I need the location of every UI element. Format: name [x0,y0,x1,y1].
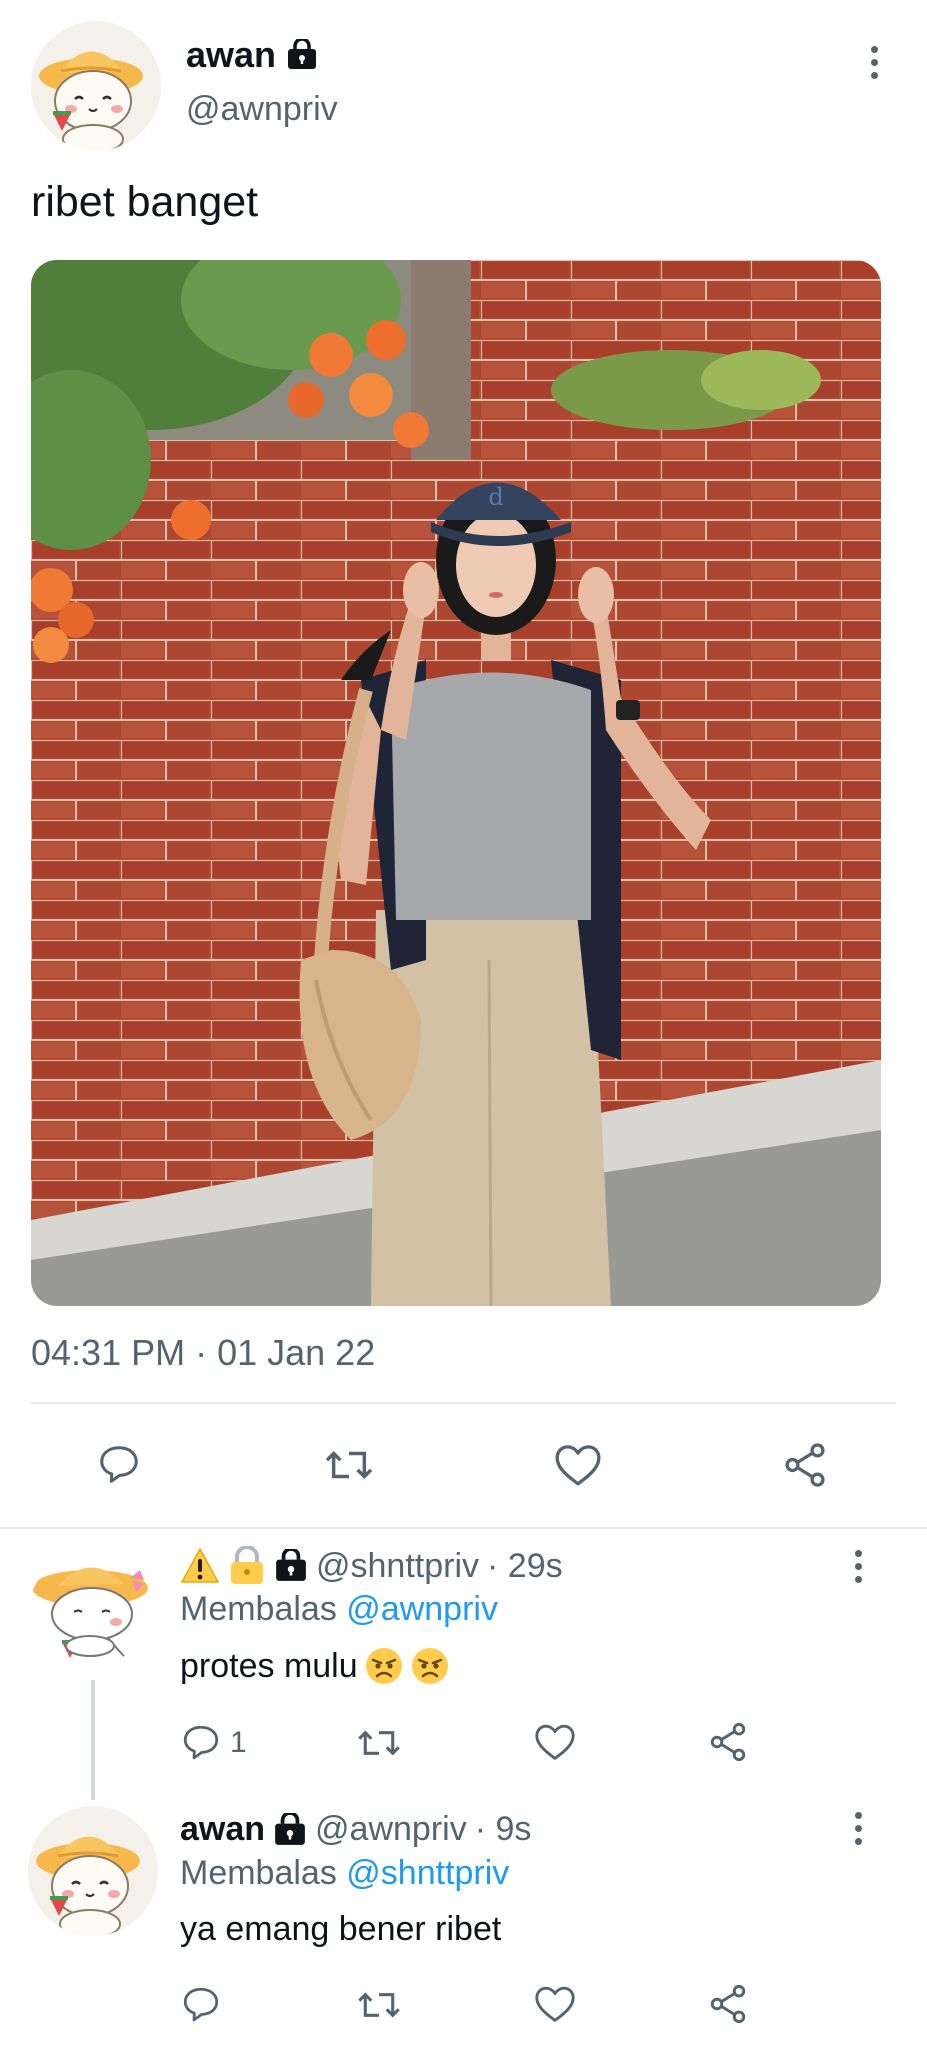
replying-mention[interactable]: @awnpriv [346,1590,498,1628]
retweet-button[interactable] [322,1442,376,1488]
author-name[interactable]: awan [186,34,318,76]
photo-illustration: d [31,260,881,1306]
reply-avatar[interactable] [28,1806,158,1936]
angry-face-emoji-icon [365,1648,402,1684]
like-button[interactable] [533,1984,577,2024]
divider [31,1402,896,1404]
reply-text: ya emang bener ribet [180,1910,501,1949]
retweet-icon [325,1451,373,1479]
like-button[interactable] [533,1722,577,1762]
reply-actions [0,1976,927,2036]
reply-text-content: protes mulu [180,1646,358,1685]
more-icon[interactable] [848,1812,868,1852]
tweet-text: ribet banget [31,178,259,226]
share-button[interactable] [706,1982,750,2026]
reply-icon [183,1987,219,2022]
share-icon [710,1722,746,1762]
reply-header: awan @awnpriv · 9s [180,1810,531,1849]
divider [0,1527,927,1529]
more-icon[interactable] [848,1550,868,1590]
share-button[interactable] [780,1440,830,1490]
like-button[interactable] [553,1442,603,1488]
cat-avatar-illustration [28,1806,158,1936]
tweet-timestamp: 04:31 PM · 01 Jan 22 [31,1332,376,1373]
lock-icon [275,1812,305,1845]
svg-text:d: d [488,483,503,511]
reply-button[interactable] [96,1442,142,1488]
reply-button[interactable] [180,1984,222,2026]
replying-prefix: Membalas [180,1854,337,1892]
reply-icon [183,1725,219,1760]
like-icon [535,1986,575,2022]
share-icon [710,1984,746,2024]
author-avatar[interactable] [31,21,161,151]
author-handle[interactable]: @awnpriv [186,90,338,129]
replying-to: Membalas @awnpriv [180,1590,498,1629]
replying-mention[interactable]: @shnttpriv [346,1854,509,1892]
padlock-emoji-icon [231,1546,263,1584]
retweet-icon [358,1730,400,1756]
like-icon [535,1724,575,1760]
reply-time: · 9s [474,1810,532,1848]
replying-to: Membalas @shnttpriv [180,1854,509,1893]
reply-text-content: ya emang bener ribet [180,1910,502,1948]
more-icon[interactable] [864,46,884,86]
share-button[interactable] [706,1720,750,1764]
reply-author-name[interactable]: awan [180,1810,265,1849]
angry-face-emoji-icon [411,1648,448,1684]
reply-button[interactable]: 1 [180,1722,247,1764]
reply-author-handle[interactable]: @shnttpriv [316,1547,479,1586]
reply-actions: 1 [0,1714,927,1774]
retweet-icon [358,1992,400,2018]
like-icon [555,1445,601,1486]
reply-icon [100,1446,138,1483]
tweet-actions [0,1434,927,1494]
tweet-photo[interactable]: d [31,260,881,1306]
reply-time: · 29s [487,1546,563,1585]
author-name-text: awan [186,34,277,75]
replying-prefix: Membalas [180,1590,337,1628]
retweet-button[interactable] [355,1722,403,1764]
reply-text: protes mulu [180,1646,450,1686]
reply-avatar[interactable] [28,1550,158,1680]
lock-icon [288,39,317,69]
cat-avatar-illustration [32,1567,148,1658]
reply-header: @shnttpriv · 29s [180,1546,563,1586]
share-icon [785,1443,825,1487]
reply-count: 1 [230,1726,247,1759]
lock-icon [276,1549,306,1581]
cat-avatar-illustration [31,21,161,151]
reply-author-handle[interactable]: @awnpriv [315,1810,467,1849]
retweet-button[interactable] [355,1984,403,2026]
warning-emoji-icon [181,1548,219,1583]
